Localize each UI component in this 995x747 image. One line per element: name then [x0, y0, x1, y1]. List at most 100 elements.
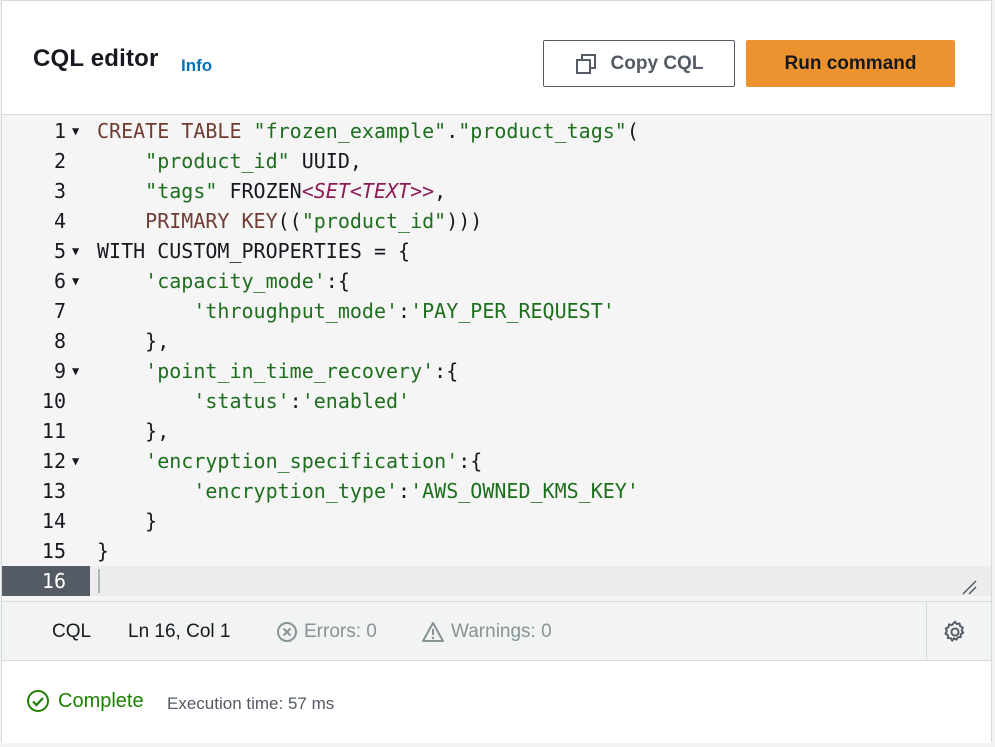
code-token: ( [626, 119, 639, 143]
code-token: : [398, 479, 411, 503]
code-text: }, [97, 326, 169, 356]
code-token: 'status' [193, 389, 290, 413]
code-token: }, [97, 329, 170, 353]
code-token: : [289, 389, 302, 413]
line-number: 5 [53, 239, 66, 263]
line-number: 7 [53, 299, 66, 323]
code-token: 'point_in_time_recovery' [145, 359, 435, 383]
code-line[interactable]: 16 [2, 566, 991, 596]
code-line[interactable]: 15} [2, 536, 991, 566]
status-divider [926, 602, 927, 661]
line-number: 1 [53, 119, 66, 143]
line-number: 8 [53, 329, 66, 353]
code-token: "tags" [145, 179, 218, 203]
language-indicator: CQL [52, 621, 92, 642]
code-line[interactable]: 10 'status':'enabled' [2, 386, 991, 416]
code-token: <SET<TEXT>> [301, 179, 435, 203]
code-text: 'encryption_type':'AWS_OWNED_KMS_KEY' [97, 476, 639, 506]
code-text: CREATE TABLE "frozen_example"."product_t… [97, 116, 639, 146]
execution-result: Complete Execution time: 57 ms [2, 661, 991, 743]
code-token: (( [277, 209, 302, 233]
code-token: "product_id" [145, 149, 290, 173]
code-text: "tags" FROZEN<SET<TEXT>>, [97, 176, 446, 206]
code-line[interactable]: 11 }, [2, 416, 991, 446]
copy-cql-button[interactable]: Copy CQL [543, 40, 735, 87]
code-token: UUID, [289, 149, 362, 173]
code-text: 'capacity_mode':{ [97, 266, 350, 296]
code-token: :{ [434, 359, 459, 383]
fold-arrow-icon[interactable]: ▼ [72, 266, 79, 296]
code-token: "product_tags" [458, 119, 627, 143]
run-command-label: Run command [784, 52, 917, 74]
code-line[interactable]: 2 "product_id" UUID, [2, 146, 991, 176]
code-line[interactable]: 3 "tags" FROZEN<SET<TEXT>>, [2, 176, 991, 206]
page-title: CQL editor [33, 45, 159, 72]
code-text: "product_id" UUID, [97, 146, 362, 176]
code-text: } [97, 506, 157, 536]
run-command-button[interactable]: Run command [746, 40, 955, 87]
errors-label: Errors: 0 [304, 621, 377, 642]
line-number: 9 [53, 359, 66, 383]
fold-arrow-icon[interactable]: ▼ [72, 446, 79, 476]
code-line[interactable]: 9 ▼ 'point_in_time_recovery':{ [2, 356, 991, 386]
line-number: 16 [41, 569, 66, 593]
code-token: 'throughput_mode' [193, 299, 399, 323]
code-text: 'throughput_mode':'PAY_PER_REQUEST' [97, 296, 614, 326]
line-number: 6 [53, 269, 66, 293]
code-text: PRIMARY KEY(("product_id"))) [97, 206, 482, 236]
error-circle-icon [277, 622, 297, 642]
code-token: "frozen_example" [253, 119, 447, 143]
code-line[interactable]: 5 ▼ WITH CUSTOM_PROPERTIES = { [2, 236, 991, 266]
code-line[interactable]: 6 ▼ 'capacity_mode':{ [2, 266, 991, 296]
editor-header: CQL editor Info Copy CQL Run command [2, 1, 991, 114]
code-token: PRIMARY KEY [145, 209, 278, 233]
code-line[interactable]: 14 } [2, 506, 991, 536]
warning-triangle-icon [422, 622, 444, 642]
code-token: CREATE TABLE [97, 119, 254, 143]
active-line-highlight [90, 566, 991, 596]
code-line[interactable]: 13 'encryption_type':'AWS_OWNED_KMS_KEY' [2, 476, 991, 506]
fold-arrow-icon[interactable]: ▼ [72, 236, 79, 266]
code-line[interactable]: 8 }, [2, 326, 991, 356]
line-number: 12 [41, 449, 66, 473]
line-number: 4 [53, 209, 66, 233]
fold-arrow-icon[interactable]: ▼ [72, 356, 79, 386]
code-line[interactable]: 1 ▼ CREATE TABLE "frozen_example"."product… [2, 116, 991, 146]
warnings-indicator[interactable]: Warnings: 0 [421, 621, 552, 643]
errors-indicator[interactable]: Errors: 0 [276, 621, 377, 643]
code-text: 'point_in_time_recovery':{ [97, 356, 458, 386]
code-editor[interactable]: 1 ▼ CREATE TABLE "frozen_example"."product… [2, 114, 991, 602]
code-line[interactable]: 12 ▼ 'encryption_specification':{ [2, 446, 991, 476]
gear-icon[interactable] [942, 619, 968, 645]
code-token: } [97, 509, 158, 533]
code-line[interactable]: 4 PRIMARY KEY(("product_id"))) [2, 206, 991, 236]
code-line[interactable]: 7 'throughput_mode':'PAY_PER_REQUEST' [2, 296, 991, 326]
code-token: 'encryption_type' [193, 479, 399, 503]
code-token: }, [97, 419, 170, 443]
code-token: :{ [458, 449, 483, 473]
code-token: ))) [446, 209, 483, 233]
info-link[interactable]: Info [181, 56, 212, 76]
code-token: 'AWS_OWNED_KMS_KEY' [410, 479, 639, 503]
resize-handle-icon[interactable] [961, 579, 977, 595]
line-number: 13 [41, 479, 66, 503]
text-cursor [98, 569, 100, 593]
code-token: "product_id" [301, 209, 447, 233]
line-number: 2 [53, 149, 66, 173]
code-token: . [446, 119, 459, 143]
line-number: 11 [41, 419, 66, 443]
code-token: :{ [325, 269, 350, 293]
fold-arrow-icon[interactable]: ▼ [72, 116, 79, 146]
code-text: } [97, 536, 109, 566]
line-number: 15 [41, 539, 66, 563]
cursor-position: Ln 16, Col 1 [128, 621, 231, 642]
code-token: } [97, 539, 110, 563]
warnings-label: Warnings: 0 [451, 621, 552, 642]
status-label: Complete [58, 689, 144, 712]
